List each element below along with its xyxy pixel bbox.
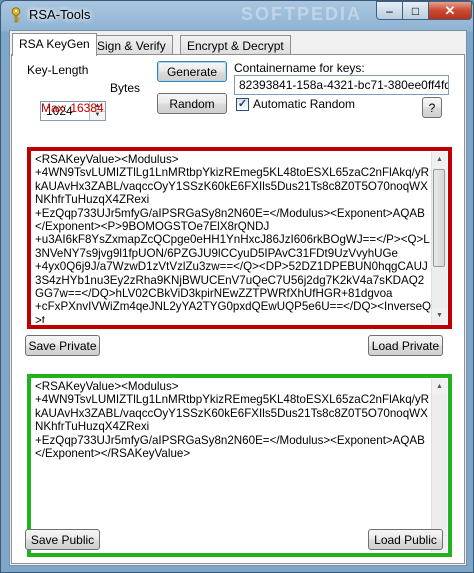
scroll-up-icon[interactable]: ▲ <box>432 152 447 168</box>
private-key-box: <RSAKeyValue><Modulus> +4WN9TsvLUMIZTlLg… <box>27 147 452 329</box>
load-public-button[interactable]: Load Public <box>368 529 443 550</box>
window-title: RSA-Tools <box>29 7 91 22</box>
tab-rsa-keygen[interactable]: RSA KeyGen <box>12 33 97 56</box>
save-public-button[interactable]: Save Public <box>25 529 100 550</box>
automatic-random-label: Automatic Random <box>253 97 356 111</box>
minimize-icon: – <box>386 3 393 18</box>
watermark: SOFTPEDIA <box>241 4 363 24</box>
tab-encrypt-decrypt[interactable]: Encrypt & Decrypt <box>180 35 291 55</box>
private-key-scrollbar[interactable]: ▲ ▼ <box>431 152 447 324</box>
app-window: RSA-Tools SOFTPEDIA – □ ✕ RSA KeyGen Sig… <box>0 0 474 573</box>
automatic-random-checkbox[interactable]: ✓ <box>236 98 249 111</box>
key-icon <box>11 7 21 23</box>
public-key-textarea[interactable]: <RSAKeyValue><Modulus> +4WN9TsvLUMIZTlLg… <box>35 380 432 551</box>
title-bar[interactable]: RSA-Tools SOFTPEDIA – □ ✕ <box>1 1 473 29</box>
tab-strip: RSA KeyGen Sign & Verify Encrypt & Decry… <box>10 33 466 56</box>
scroll-thumb[interactable] <box>433 169 445 267</box>
close-button[interactable]: ✕ <box>428 1 472 20</box>
random-button[interactable]: Random <box>157 93 227 114</box>
help-button[interactable]: ? <box>422 97 442 118</box>
container-name-input[interactable]: 82393841-158a-4321-bc71-380ee0ff4fd4 <box>234 75 449 95</box>
tab-sign-verify[interactable]: Sign & Verify <box>90 35 173 55</box>
container-name-label: Containername for keys: <box>234 61 365 75</box>
key-length-label: Key-Length <box>27 63 89 77</box>
scroll-up-icon[interactable]: ▲ <box>432 379 447 395</box>
generate-button[interactable]: Generate <box>157 61 227 82</box>
save-private-button[interactable]: Save Private <box>25 335 100 356</box>
client-area: RSA KeyGen Sign & Verify Encrypt & Decry… <box>9 30 467 566</box>
keygen-panel: Key-Length 1024 ▲ ▼ Bytes Max: 16384 Gen… <box>11 54 465 564</box>
minimize-button[interactable]: – <box>376 1 403 20</box>
bytes-label: Bytes <box>110 81 141 95</box>
load-private-button[interactable]: Load Private <box>368 335 443 356</box>
maximize-icon: □ <box>411 3 420 18</box>
private-key-textarea[interactable]: <RSAKeyValue><Modulus> +4WN9TsvLUMIZTlLg… <box>35 153 432 323</box>
public-key-scrollbar[interactable]: ▲ ▼ <box>431 379 447 552</box>
close-icon: ✕ <box>444 2 456 18</box>
maximize-button[interactable]: □ <box>402 1 429 20</box>
max-length-label: Max: 16384 <box>41 101 104 115</box>
scroll-down-icon[interactable]: ▼ <box>432 308 447 324</box>
